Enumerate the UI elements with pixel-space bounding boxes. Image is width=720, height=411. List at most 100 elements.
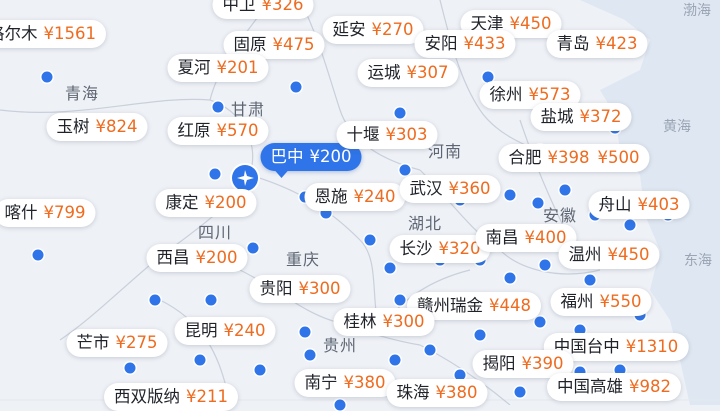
destination-price: ¥270 bbox=[371, 20, 414, 39]
destination-city: 玉树 bbox=[56, 117, 90, 136]
airport-dot[interactable] bbox=[399, 164, 411, 176]
airport-dot[interactable] bbox=[209, 168, 221, 180]
plane-icon bbox=[232, 165, 258, 191]
destination-tag[interactable]: 盐城 ¥372 bbox=[530, 103, 632, 131]
destination-tag[interactable]: 西双版纳 ¥211 bbox=[104, 383, 238, 411]
airport-dot[interactable] bbox=[474, 329, 486, 341]
destination-price: ¥320 bbox=[438, 239, 481, 258]
destination-city: 恩施 bbox=[314, 187, 348, 206]
destination-tag[interactable]: 玉树 ¥824 bbox=[46, 113, 148, 141]
destination-price: ¥398 bbox=[547, 148, 590, 167]
airport-dot[interactable] bbox=[124, 362, 136, 374]
airport-dot[interactable] bbox=[364, 234, 376, 246]
destination-price: ¥448 bbox=[489, 296, 531, 315]
destination-tag[interactable]: 运城 ¥307 bbox=[357, 59, 459, 87]
destination-tag[interactable]: 红原 ¥570 bbox=[167, 117, 269, 145]
airport-dot[interactable] bbox=[334, 399, 346, 411]
destination-city: 安阳 bbox=[424, 34, 458, 53]
destination-price: ¥200 bbox=[204, 193, 247, 212]
sea-yellow: 黄海 bbox=[663, 119, 691, 135]
destination-city: 桂林 bbox=[343, 312, 377, 331]
destination-price: ¥303 bbox=[385, 125, 428, 144]
destination-price: ¥500 bbox=[597, 148, 640, 167]
destination-tag[interactable]: 恩施 ¥240 bbox=[304, 183, 406, 211]
destination-tag[interactable]: 格尔木 ¥1561 bbox=[0, 20, 106, 48]
airport-dot[interactable] bbox=[559, 184, 571, 196]
destination-tag[interactable]: 中卫 ¥326 bbox=[212, 0, 314, 19]
destination-tag[interactable]: 青岛 ¥423 bbox=[546, 30, 648, 58]
destination-price: ¥372 bbox=[579, 107, 622, 126]
destination-tag[interactable]: 合肥 ¥398 ¥500 bbox=[498, 144, 650, 172]
origin-city-price: ¥200 bbox=[309, 147, 352, 166]
destination-tag[interactable]: 康定 ¥200 bbox=[155, 189, 257, 217]
airport-dot[interactable] bbox=[624, 219, 636, 231]
destination-price: ¥799 bbox=[43, 203, 86, 222]
destination-price: ¥307 bbox=[406, 63, 449, 82]
destination-tag[interactable]: 南宁 ¥380 bbox=[294, 369, 396, 397]
destination-tag[interactable]: 十堰 ¥303 bbox=[336, 121, 438, 149]
destination-city: 中卫 bbox=[222, 0, 256, 14]
destination-city: 西昌 bbox=[156, 248, 190, 267]
airport-dot[interactable] bbox=[41, 71, 53, 83]
destination-tag[interactable]: 安阳 ¥433 bbox=[414, 30, 516, 58]
airport-dot[interactable] bbox=[299, 326, 311, 338]
airport-dot[interactable] bbox=[514, 386, 526, 398]
destination-city: 福州 bbox=[560, 292, 594, 311]
airport-dot[interactable] bbox=[32, 249, 44, 261]
destination-price: ¥423 bbox=[595, 34, 638, 53]
origin-city-name: 巴中 bbox=[270, 147, 304, 166]
destination-price: ¥300 bbox=[298, 279, 341, 298]
destination-city: 南宁 bbox=[304, 373, 338, 392]
airport-dot[interactable] bbox=[532, 197, 544, 209]
airport-dot[interactable] bbox=[247, 242, 259, 254]
destination-tag[interactable]: 温州 ¥450 bbox=[558, 241, 660, 269]
airport-dot[interactable] bbox=[389, 354, 401, 366]
destination-tag[interactable]: 桂林 ¥300 bbox=[333, 308, 435, 336]
airport-dot[interactable] bbox=[504, 189, 516, 201]
airport-dot[interactable] bbox=[290, 81, 302, 93]
destination-price: ¥982 bbox=[629, 377, 671, 396]
airport-dot[interactable] bbox=[584, 274, 596, 286]
airport-dot[interactable] bbox=[424, 344, 436, 356]
destination-city: 长沙 bbox=[399, 239, 433, 258]
airport-dot[interactable] bbox=[149, 294, 161, 306]
airport-dot[interactable] bbox=[539, 259, 551, 271]
airport-dot[interactable] bbox=[504, 272, 516, 284]
destination-city: 昆明 bbox=[184, 321, 218, 340]
destination-price: ¥240 bbox=[353, 187, 396, 206]
destination-price: ¥380 bbox=[343, 373, 386, 392]
destination-tag[interactable]: 西昌 ¥200 bbox=[146, 244, 248, 272]
destination-price: ¥550 bbox=[599, 292, 642, 311]
destination-tag[interactable]: 喀什 ¥799 bbox=[0, 199, 96, 227]
airport-dot[interactable] bbox=[384, 262, 396, 274]
destination-price: ¥450 bbox=[607, 245, 650, 264]
destination-tag[interactable]: 昆明 ¥240 bbox=[174, 317, 276, 345]
airport-dot[interactable] bbox=[254, 364, 266, 376]
destination-price: ¥326 bbox=[261, 0, 304, 14]
airport-dot[interactable] bbox=[212, 101, 224, 113]
destination-price: ¥390 bbox=[521, 354, 564, 373]
destination-price: ¥450 bbox=[509, 14, 552, 33]
airport-dot[interactable] bbox=[205, 294, 217, 306]
destination-tag[interactable]: 芒市 ¥275 bbox=[66, 329, 168, 357]
destination-tag[interactable]: 珠海 ¥380 bbox=[386, 379, 488, 407]
destination-price: ¥240 bbox=[223, 321, 266, 340]
airport-dot[interactable] bbox=[534, 316, 546, 328]
destination-tag[interactable]: 中国高雄 ¥982 bbox=[547, 373, 681, 401]
destination-tag[interactable]: 贵阳 ¥300 bbox=[249, 275, 351, 303]
destination-price: ¥275 bbox=[115, 333, 158, 352]
destination-price: ¥1561 bbox=[43, 24, 97, 43]
destination-tag[interactable]: 延安 ¥270 bbox=[322, 16, 424, 44]
airport-dot[interactable] bbox=[394, 107, 406, 119]
airport-dot[interactable] bbox=[304, 349, 316, 361]
destination-price: ¥433 bbox=[463, 34, 506, 53]
destination-tag[interactable]: 武汉 ¥360 bbox=[399, 175, 501, 203]
airport-dot[interactable] bbox=[394, 294, 406, 306]
destination-city: 西双版纳 bbox=[114, 387, 180, 406]
airport-dot[interactable] bbox=[194, 354, 206, 366]
destination-tag[interactable]: 福州 ¥550 bbox=[550, 288, 652, 316]
region-qinghai: 青海 bbox=[64, 84, 100, 103]
destination-tag[interactable]: 舟山 ¥403 bbox=[588, 191, 690, 219]
destination-tag[interactable]: 夏河 ¥201 bbox=[167, 54, 269, 82]
destination-price: ¥400 bbox=[524, 228, 567, 247]
